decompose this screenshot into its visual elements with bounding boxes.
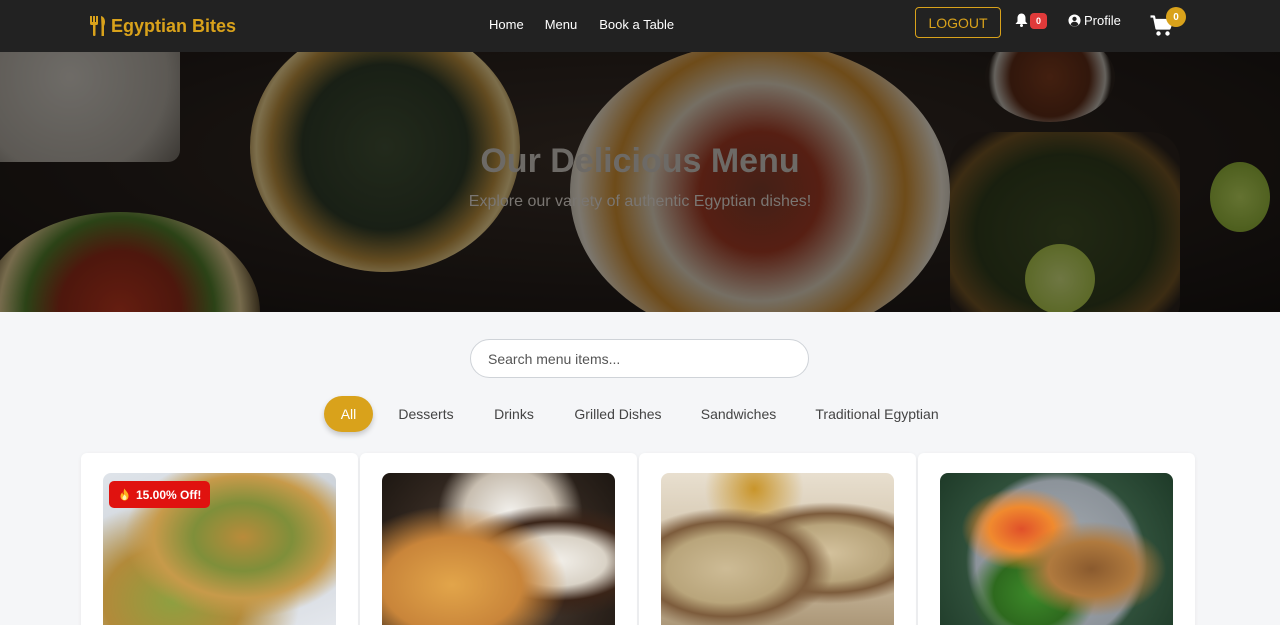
filter-desserts[interactable]: Desserts	[390, 396, 462, 432]
profile-link[interactable]: Profile	[1068, 13, 1121, 28]
nav-link-home[interactable]: Home	[489, 17, 524, 32]
navbar: Egyptian Bites Home Menu Book a Table LO…	[0, 0, 1280, 52]
hero-banner: Our Delicious Menu Explore our variety o…	[0, 52, 1280, 312]
filter-all[interactable]: All	[324, 396, 373, 432]
user-circle-icon	[1068, 14, 1081, 27]
basbousa-coffee-photo[interactable]	[382, 473, 615, 625]
menu-card[interactable]	[360, 453, 637, 625]
filter-grilled-dishes[interactable]: Grilled Dishes	[566, 396, 670, 432]
cart-badge: 0	[1166, 7, 1186, 27]
hero-title: Our Delicious Menu	[480, 142, 800, 180]
brand-logo[interactable]: Egyptian Bites	[89, 14, 236, 38]
menu-card[interactable]	[918, 453, 1195, 625]
brand-name: Egyptian Bites	[111, 15, 237, 36]
profile-label: Profile	[1084, 13, 1121, 28]
hero-overlay	[0, 52, 1280, 312]
menu-card[interactable]	[81, 453, 358, 625]
notification-badge: 0	[1030, 13, 1047, 29]
fire-icon	[120, 488, 129, 501]
utensils-icon	[90, 16, 105, 36]
filter-drinks[interactable]: Drinks	[486, 396, 542, 432]
nav-links: Home Menu Book a Table	[489, 17, 674, 32]
nav-link-book-table[interactable]: Book a Table	[599, 17, 674, 32]
filter-traditional-egyptian[interactable]: Traditional Egyptian	[808, 396, 946, 432]
search-input[interactable]	[470, 339, 809, 378]
discount-badge-text: 15.00% Off!	[136, 487, 202, 502]
filter-sandwiches[interactable]: Sandwiches	[693, 396, 784, 432]
grilled-fish-photo[interactable]	[940, 473, 1173, 625]
hero-subtitle: Explore our variety of authentic Egyptia…	[468, 193, 812, 210]
soup-bowls-photo[interactable]	[661, 473, 894, 625]
bell-icon[interactable]	[1015, 13, 1028, 27]
logout-button[interactable]: LOGOUT	[915, 7, 1001, 38]
menu-card[interactable]	[639, 453, 916, 625]
nav-link-menu[interactable]: Menu	[545, 17, 578, 32]
discount-badge: 15.00% Off!	[109, 481, 211, 508]
